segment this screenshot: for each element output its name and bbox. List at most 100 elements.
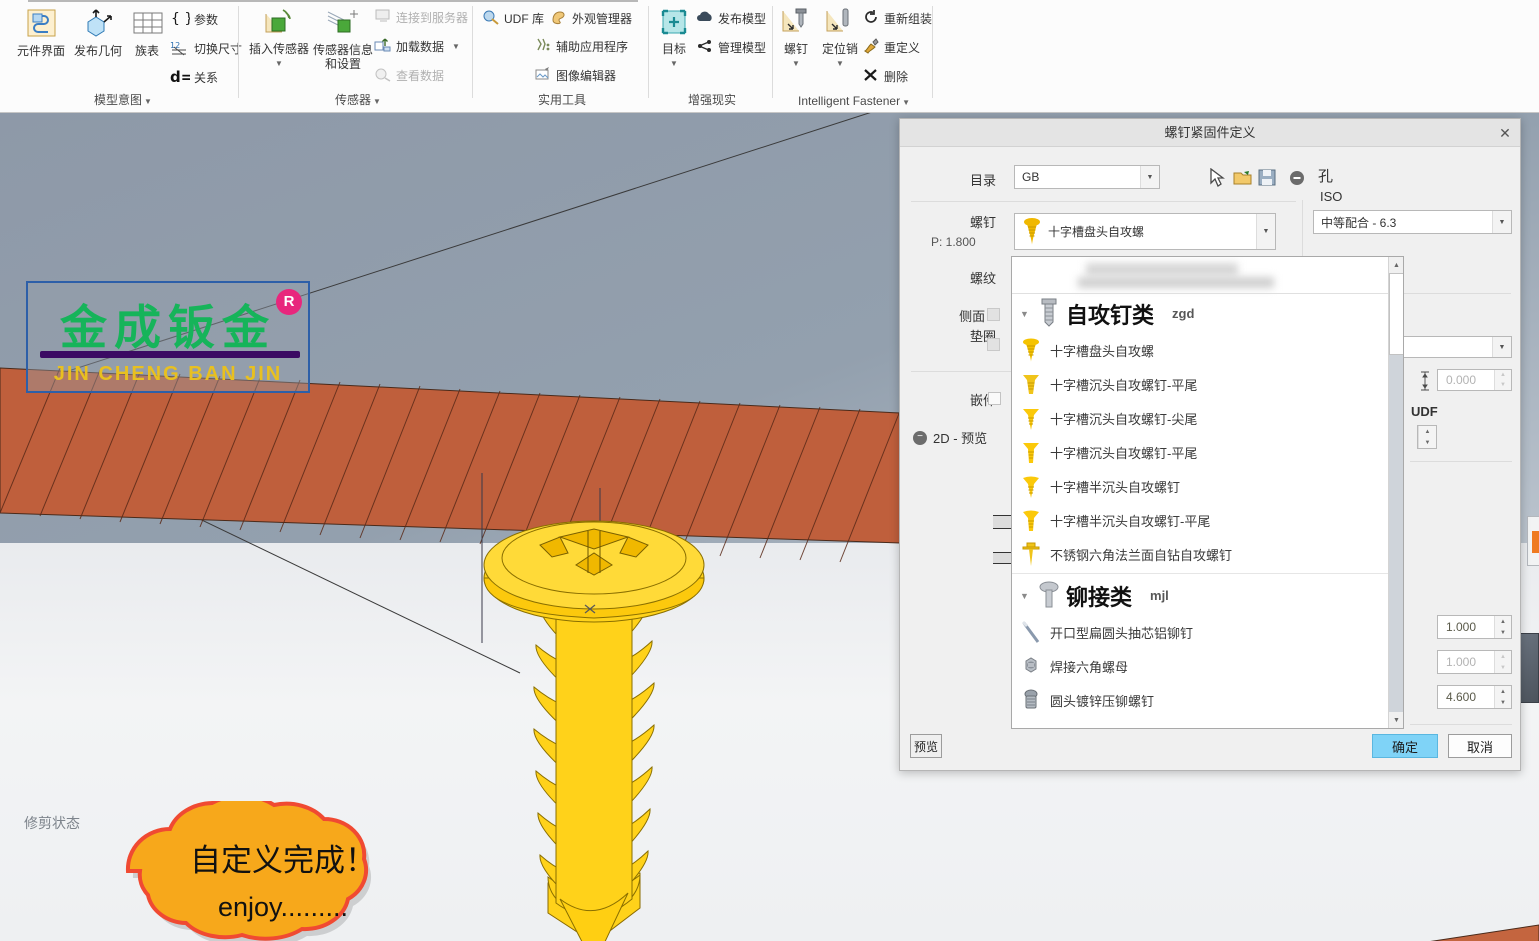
- connect-server-label: 连接到服务器: [396, 10, 469, 25]
- list-item[interactable]: 十字槽盘头自攻螺: [1012, 333, 1390, 367]
- publish-geometry-button[interactable]: 发布几何: [70, 8, 126, 58]
- chevron-down-icon[interactable]: ▼: [818, 57, 862, 70]
- list-item[interactable]: 十字槽半沉头自攻螺钉: [1012, 469, 1390, 503]
- image-editor-button[interactable]: 图像编辑器: [534, 64, 616, 86]
- stepper-down-icon[interactable]: ▼: [1418, 437, 1436, 448]
- stepper-up-icon[interactable]: ▲: [1418, 426, 1436, 437]
- load-data-button[interactable]: 加载数据 ▼: [374, 35, 460, 57]
- udf-stepper[interactable]: ▲ ▼: [1417, 425, 1437, 449]
- scrollbar-track[interactable]: [1389, 273, 1403, 712]
- stepper-buttons[interactable]: ▲ ▼: [1494, 370, 1511, 390]
- logo-english-text: JIN CHENG BAN JIN: [53, 363, 283, 385]
- screw-field-label: 螺钉: [969, 215, 996, 230]
- stepper-buttons[interactable]: ▲ ▼: [1494, 651, 1511, 673]
- flat-head-screw-icon: [1022, 372, 1040, 396]
- list-item[interactable]: 十字槽沉头自攻螺钉-平尾: [1012, 367, 1390, 401]
- insert-sensor-button[interactable]: 插入传感器 ▼: [248, 8, 310, 70]
- auxiliary-apps-button[interactable]: 辅助应用程序: [534, 35, 628, 57]
- stepper-up-icon[interactable]: ▲: [1494, 651, 1511, 662]
- dropdown-group-header-zgd[interactable]: ▼ 自攻钉类 zgd: [1012, 294, 1390, 333]
- chevron-down-icon[interactable]: ▼: [1140, 166, 1159, 188]
- stepper-buttons[interactable]: ▲ ▼: [1418, 426, 1436, 448]
- dropdown-scrollbar[interactable]: ▲ ▼: [1388, 257, 1403, 728]
- reassemble-button[interactable]: 重新组装: [862, 7, 932, 29]
- stepper-down-icon[interactable]: ▼: [1494, 380, 1511, 390]
- connect-server-icon: [374, 8, 392, 27]
- stepper-down-icon[interactable]: ▼: [1494, 627, 1511, 638]
- chevron-down-icon[interactable]: ▼: [1492, 211, 1511, 233]
- preview-2d-section[interactable]: − 2D - 预览: [913, 428, 987, 447]
- switch-dimensions-button[interactable]: 12 切换尺寸: [170, 37, 242, 59]
- washer-checkbox[interactable]: [987, 338, 1000, 351]
- screw-button[interactable]: 螺钉 ▼: [776, 8, 816, 70]
- ok-button[interactable]: 确定: [1372, 734, 1438, 758]
- stepper-down-icon[interactable]: ▼: [1494, 697, 1511, 708]
- list-item[interactable]: 圆头镀锌压铆螺钉: [1012, 683, 1390, 717]
- open-folder-icon[interactable]: [1233, 168, 1252, 190]
- list-item[interactable]: 开口型扁圆头抽芯铝铆钉: [1012, 615, 1390, 649]
- connect-server-button[interactable]: 连接到服务器: [374, 6, 468, 28]
- redefine-button[interactable]: 重定义: [862, 36, 920, 58]
- chevron-down-icon[interactable]: ▼: [248, 57, 310, 70]
- parameters-button[interactable]: { } 参数: [170, 8, 218, 30]
- screw-type-dropdown-list[interactable]: ▼ 自攻钉类 zgd 十字槽盘头自攻螺 十字槽沉头自攻螺钉-平尾 十字槽沉头自攻…: [1011, 256, 1404, 729]
- relations-label: 关系: [194, 70, 219, 85]
- dropdown-group-header-mjl[interactable]: ▼ 铆接类 mjl: [1012, 576, 1390, 615]
- depth-stepper[interactable]: 0.000 ▲ ▼: [1437, 369, 1512, 391]
- ar-target-button[interactable]: 目标 ▼: [654, 8, 694, 70]
- stepper-buttons[interactable]: ▲ ▼: [1494, 686, 1511, 708]
- scrollbar-thumb[interactable]: [1389, 273, 1403, 355]
- scroll-up-icon[interactable]: ▲: [1389, 257, 1403, 273]
- value-3-stepper[interactable]: 4.600 ▲ ▼: [1437, 685, 1512, 709]
- chevron-down-icon[interactable]: ▼: [1256, 214, 1275, 249]
- hex-flange-screw-icon: [1022, 542, 1040, 566]
- chevron-down-icon[interactable]: ▼: [654, 57, 694, 70]
- remove-icon[interactable]: [1289, 170, 1305, 189]
- list-item[interactable]: 十字槽沉头自攻螺钉-平尾: [1012, 435, 1390, 469]
- relations-button[interactable]: d= 关系: [170, 66, 218, 88]
- insert-checkbox[interactable]: [988, 392, 1001, 405]
- preview-button[interactable]: 预览: [910, 734, 942, 758]
- list-item[interactable]: 十字槽沉头自攻螺钉-尖尾: [1012, 401, 1390, 435]
- screw-type-select[interactable]: 十字槽盘头自攻螺 ▼: [1014, 213, 1276, 250]
- collapse-icon[interactable]: −: [913, 430, 927, 445]
- value-1-stepper[interactable]: 1.000 ▲ ▼: [1437, 615, 1512, 639]
- side1-checkbox[interactable]: [987, 308, 1000, 321]
- cancel-button[interactable]: 取消: [1448, 734, 1512, 758]
- screw-icon: [779, 8, 813, 41]
- close-icon[interactable]: ✕: [1494, 123, 1516, 143]
- family-table-button[interactable]: 族表: [126, 8, 168, 58]
- stepper-up-icon[interactable]: ▲: [1494, 686, 1511, 697]
- stepper-up-icon[interactable]: ▲: [1494, 370, 1511, 380]
- scroll-down-icon[interactable]: ▼: [1389, 712, 1403, 728]
- pointer-icon[interactable]: [1208, 167, 1226, 191]
- clipped-panel-widget[interactable]: [1527, 516, 1539, 566]
- ribbon-group-title-intelligent-fastener: Intelligent Fastener ▼: [798, 94, 910, 108]
- manage-model-button[interactable]: 管理模型: [696, 36, 766, 58]
- list-item[interactable]: 不锈钢六角法兰面自钻自攻螺钉: [1012, 537, 1390, 571]
- appearance-manager-button[interactable]: 外观管理器: [550, 7, 632, 29]
- udf-library-button[interactable]: UDF 库: [482, 7, 544, 29]
- dropdown-items-container[interactable]: ▼ 自攻钉类 zgd 十字槽盘头自攻螺 十字槽沉头自攻螺钉-平尾 十字槽沉头自攻…: [1012, 294, 1390, 728]
- list-item[interactable]: 焊接六角螺母: [1012, 649, 1390, 683]
- stepper-up-icon[interactable]: ▲: [1494, 616, 1511, 627]
- dowel-pin-button[interactable]: 定位销 ▼: [818, 8, 862, 70]
- view-data-button[interactable]: 查看数据: [374, 64, 444, 86]
- catalog-select[interactable]: GB ▼: [1014, 165, 1160, 189]
- delete-button[interactable]: 删除: [862, 65, 908, 87]
- chevron-down-icon[interactable]: ▼: [776, 57, 816, 70]
- value-2-stepper[interactable]: 1.000 ▲ ▼: [1437, 650, 1512, 674]
- save-icon[interactable]: [1258, 168, 1276, 190]
- chevron-down-icon[interactable]: ▼: [1020, 591, 1032, 601]
- list-item[interactable]: 十字槽半沉头自攻螺钉-平尾: [1012, 503, 1390, 537]
- publish-model-button[interactable]: 发布模型: [696, 7, 766, 29]
- stepper-buttons[interactable]: ▲ ▼: [1494, 616, 1511, 638]
- stepper-down-icon[interactable]: ▼: [1494, 662, 1511, 673]
- chevron-down-icon[interactable]: ▼: [1020, 309, 1032, 319]
- fit-select[interactable]: 中等配合 - 6.3 ▼: [1313, 210, 1512, 234]
- chevron-down-icon[interactable]: ▼: [452, 42, 460, 51]
- sensor-info-settings-button[interactable]: 传感器信息和设置: [312, 8, 374, 71]
- appearance-manager-icon: [550, 9, 568, 28]
- chevron-down-icon[interactable]: ▼: [1492, 337, 1511, 357]
- component-interface-button[interactable]: 元件界面: [13, 8, 69, 58]
